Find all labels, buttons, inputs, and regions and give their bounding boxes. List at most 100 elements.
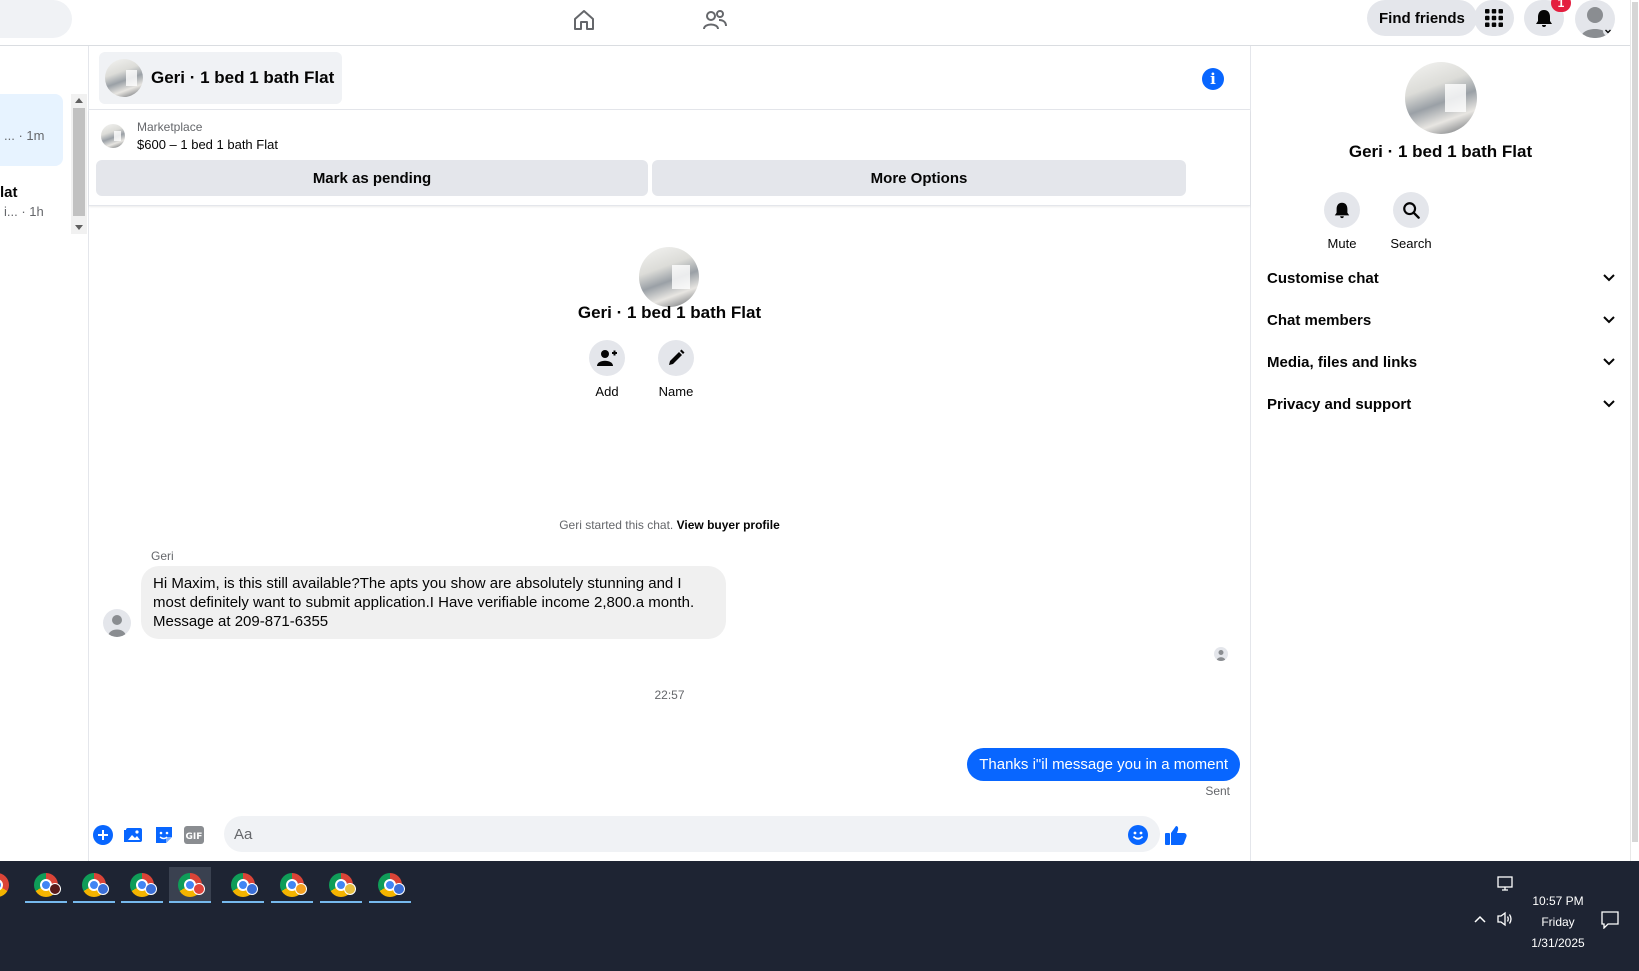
chevron-up-icon[interactable] [1472,911,1488,927]
clock-date: 1/31/2025 [1531,936,1585,950]
taskbar-app-chrome[interactable] [121,867,163,903]
taskbar-app-chrome[interactable] [25,867,67,903]
scrollbar-thumb[interactable] [73,108,85,216]
conversation-meta: ... · 1m [4,128,45,143]
add-person-icon [597,350,617,366]
taskbar-app-chrome[interactable] [0,867,18,903]
grid-icon [1485,9,1503,27]
find-friends-button[interactable]: Find friends [1367,0,1477,36]
listing-thumbnail[interactable] [101,124,125,148]
gif-icon[interactable]: GIF [183,824,205,846]
listing-title[interactable]: $600 – 1 bed 1 bath Flat [137,137,278,152]
taskbar: 10:57 PM Friday 1/31/2025 [0,861,1639,971]
info-icon[interactable]: i [1202,68,1224,90]
conversation-name: Geri · 1 bed 1 bath Flat [577,303,762,322]
conversation-list-scrollbar[interactable] [71,94,87,234]
name-label: Name [658,384,694,399]
bell-icon [1334,202,1350,219]
apps-menu-button[interactable] [1474,0,1514,36]
chat-started-notice: Geri started this chat. View buyer profi… [89,518,1250,532]
search-in-chat-button[interactable]: Search [1381,192,1441,251]
details-name: Geri · 1 bed 1 bath Flat [1348,142,1533,161]
sender-avatar[interactable] [103,609,131,637]
clock-day: Friday [1541,915,1575,929]
outgoing-message-bubble[interactable]: Thanks i"il message you in a moment [967,748,1240,781]
sender-name: Geri [151,549,174,563]
pencil-icon [669,349,685,365]
conversation-title: lat [0,184,18,201]
customise-chat-section[interactable]: Customise chat [1267,258,1615,298]
conversation-item-active[interactable]: ... · 1m [0,94,63,166]
privacy-support-section[interactable]: Privacy and support [1267,384,1615,424]
emoji-icon[interactable] [1127,824,1149,846]
chat-header: Geri · 1 bed 1 bath Flat i [89,46,1250,110]
chevron-down-icon [1603,400,1615,408]
section-label: Privacy and support [1267,395,1412,413]
conversation-list: ... · 1m lat i... · 1h [0,46,88,861]
chevron-down-icon [1603,358,1615,366]
system-clock[interactable]: 10:57 PM Friday 1/31/2025 [1513,891,1603,954]
section-label: Chat members [1267,311,1372,329]
section-label: Media, files and links [1267,353,1418,371]
home-icon[interactable] [570,6,598,34]
clock-time: 10:57 PM [1532,894,1584,908]
chat-title-button[interactable]: Geri · 1 bed 1 bath Flat [99,52,343,104]
chat-members-section[interactable]: Chat members [1267,300,1615,340]
taskbar-app-chrome-active[interactable] [169,867,211,903]
marketplace-label: Marketplace [137,120,203,134]
taskbar-app-chrome[interactable] [320,867,362,903]
message-composer: GIF [89,808,1250,856]
chevron-down-icon [1603,316,1615,324]
volume-icon[interactable] [1495,910,1515,928]
read-receipt-avatar [1214,647,1228,661]
avatar-icon [1581,7,1613,38]
taskbar-app-chrome[interactable] [271,867,313,903]
section-label: Customise chat [1267,269,1379,287]
friends-icon[interactable] [701,6,729,34]
search-label: Search [1390,236,1432,251]
photo-icon[interactable] [123,824,145,846]
message-timestamp: 22:57 [654,688,685,702]
details-avatar[interactable] [1405,62,1477,134]
thumbs-up-icon[interactable] [1165,824,1187,846]
conversation-meta: i... · 1h [4,204,44,219]
mute-button[interactable]: Mute [1312,192,1372,251]
taskbar-app-chrome[interactable] [73,867,115,903]
media-files-links-section[interactable]: Media, files and links [1267,342,1615,382]
scrollbar-thumb[interactable] [1632,2,1638,842]
started-text: Geri started this chat. [559,518,674,532]
chevron-down-icon [1603,274,1615,282]
chat-details-panel: Geri · 1 bed 1 bath Flat Mute Search Cus… [1251,46,1630,861]
conversation-avatar [639,247,699,307]
scroll-up-arrow-icon[interactable] [75,98,83,103]
search-icon [1403,202,1420,219]
message-input[interactable] [224,816,1160,852]
add-people-button[interactable]: Add [577,340,637,399]
mark-as-pending-button[interactable]: Mark as pending [96,160,648,196]
page-scrollbar[interactable] [1630,0,1639,861]
add-label: Add [595,384,619,399]
view-buyer-profile-link[interactable]: View buyer profile [677,518,780,532]
sticker-icon[interactable] [153,824,175,846]
chrome-icon [0,873,9,897]
listing-avatar [105,59,143,97]
name-chat-button[interactable]: Name [646,340,706,399]
bell-icon [1536,10,1552,27]
more-options-button[interactable]: More Options [652,160,1186,196]
chat-title: Geri · 1 bed 1 bath Flat [151,68,335,87]
svg-text:GIF: GIF [186,832,203,842]
chat-panel: Geri · 1 bed 1 bath Flat i Marketplace $… [88,46,1251,861]
taskbar-app-chrome[interactable] [222,867,264,903]
profile-avatar-button[interactable] [1575,0,1615,38]
notification-badge: 1 [1551,0,1571,12]
plus-circle-icon[interactable] [92,824,114,846]
search-bar[interactable] [0,0,72,38]
app-window: Find friends 1 ... · 1m lat i... · 1h Ge… [0,0,1639,971]
notification-center-icon[interactable] [1600,910,1620,930]
mute-label: Mute [1327,236,1357,251]
taskbar-app-chrome[interactable] [369,867,411,903]
scroll-down-arrow-icon[interactable] [75,225,83,230]
incoming-message-bubble[interactable]: Hi Maxim, is this still available?The ap… [141,566,726,639]
top-navigation: Find friends 1 [0,0,1630,46]
sent-status: Sent [1205,784,1230,798]
